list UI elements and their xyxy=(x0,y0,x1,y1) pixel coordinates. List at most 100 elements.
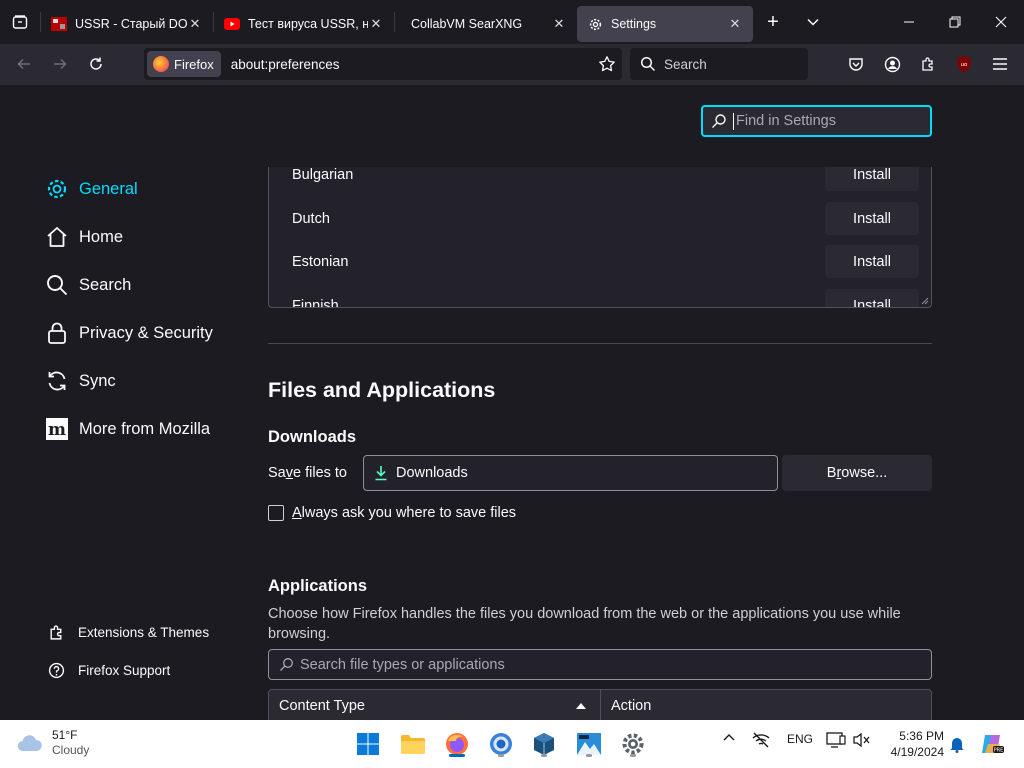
account-button[interactable] xyxy=(876,48,908,80)
list-all-tabs-button[interactable] xyxy=(793,0,833,44)
file-type-search-input[interactable]: Search file types or applications xyxy=(268,649,932,680)
install-button[interactable]: Install xyxy=(825,202,919,235)
sidebar-item-privacy-security[interactable]: Privacy & Security xyxy=(44,309,244,357)
network-disconnected-icon xyxy=(752,732,770,748)
identity-box[interactable]: Firefox xyxy=(147,51,221,77)
restore-button[interactable] xyxy=(932,0,978,44)
forward-arrow-icon xyxy=(54,58,67,70)
copilot-button[interactable]: PRE xyxy=(976,728,1008,760)
extensions-themes-link[interactable]: Extensions & Themes xyxy=(46,613,209,651)
svg-text:m: m xyxy=(48,420,66,440)
extensions-button[interactable] xyxy=(912,48,944,80)
volume-button[interactable] xyxy=(852,732,870,748)
close-window-button[interactable] xyxy=(978,0,1024,44)
start-button[interactable] xyxy=(352,728,384,760)
url-text[interactable]: about:preferences xyxy=(231,57,592,72)
navigation-toolbar: Firefox about:preferences Search uo xyxy=(0,44,1024,85)
tab-collabvm-searxng[interactable]: CollabVM SearXNG ✕ xyxy=(395,6,577,42)
show-hidden-icons-button[interactable] xyxy=(722,732,736,742)
search-icon xyxy=(280,658,293,671)
download-folder-field[interactable]: Downloads xyxy=(363,455,778,491)
sidebar-item-general[interactable]: General xyxy=(44,165,244,213)
install-button[interactable]: Install xyxy=(825,167,919,191)
taskbar-app-button[interactable] xyxy=(573,728,605,760)
sort-ascending-icon xyxy=(576,703,586,709)
new-tab-button[interactable]: + xyxy=(753,0,793,44)
tab-ussr-dos[interactable]: USSR - Старый DOS. А ✕ xyxy=(41,6,213,42)
sidebar-item-more-from-mozilla[interactable]: m More from Mozilla xyxy=(44,405,244,453)
content-type-column-header[interactable]: Content Type xyxy=(269,690,601,720)
close-icon[interactable]: ✕ xyxy=(551,16,567,32)
input-language-indicator[interactable]: ENG xyxy=(787,732,813,746)
applications-table-header: Content Type Action xyxy=(268,689,932,720)
windows-taskbar: 51°F Cloudy ENG 5:36 PM 4/19/2024 PRE xyxy=(0,720,1024,768)
forward-button[interactable] xyxy=(42,48,78,80)
search-bar[interactable]: Search xyxy=(630,48,808,80)
folder-icon xyxy=(401,735,425,754)
sidebar-item-search[interactable]: Search xyxy=(44,261,244,309)
firefox-logo-icon xyxy=(153,56,169,72)
back-button[interactable] xyxy=(6,48,42,80)
tab-youtube-virus-test[interactable]: Тест вируса USSR, на р ✕ xyxy=(214,6,394,42)
install-button[interactable]: Install xyxy=(825,245,919,278)
copilot-icon: PRE xyxy=(982,735,1004,754)
display-button[interactable] xyxy=(826,732,846,748)
star-icon xyxy=(599,56,615,72)
weather-widget[interactable]: 51°F Cloudy xyxy=(16,728,89,758)
menu-button[interactable] xyxy=(984,48,1016,80)
firefox-view-button[interactable] xyxy=(0,0,40,44)
tab-settings[interactable]: Settings ✕ xyxy=(577,6,753,42)
bookmark-star-button[interactable] xyxy=(592,55,622,73)
pocket-icon xyxy=(849,58,863,71)
list-item: Dutch Install xyxy=(269,197,931,240)
action-column-header[interactable]: Action xyxy=(601,698,651,714)
network-status-button[interactable] xyxy=(752,732,770,748)
sync-icon xyxy=(44,368,70,394)
search-icon xyxy=(712,114,726,128)
taskbar-chrome-button[interactable] xyxy=(485,728,517,760)
close-icon[interactable]: ✕ xyxy=(368,16,384,32)
taskbar-settings-button[interactable] xyxy=(617,728,649,760)
running-app-indicator xyxy=(541,754,547,757)
close-icon[interactable]: ✕ xyxy=(187,16,203,32)
speaker-muted-icon xyxy=(853,732,870,748)
notifications-button[interactable] xyxy=(941,728,973,760)
firefox-support-link[interactable]: Firefox Support xyxy=(46,651,209,689)
sidebar-item-home[interactable]: Home xyxy=(44,213,244,261)
section-divider xyxy=(268,343,932,344)
resize-grip-icon[interactable] xyxy=(919,295,929,305)
list-item: Finnish Install xyxy=(269,284,931,307)
url-bar[interactable]: Firefox about:preferences xyxy=(144,48,622,80)
install-button[interactable]: Install xyxy=(825,289,919,307)
running-app-indicator xyxy=(498,754,504,757)
ublock-origin-button[interactable]: uo xyxy=(948,48,980,80)
taskbar-firefox-button[interactable] xyxy=(441,728,473,760)
reload-button[interactable] xyxy=(78,48,114,80)
language-list[interactable]: Bulgarian Install Dutch Install Estonian… xyxy=(268,167,932,308)
save-files-label: Save files to xyxy=(268,465,347,481)
close-icon xyxy=(995,16,1007,28)
always-ask-option[interactable]: Always ask you where to save files xyxy=(268,505,516,521)
gear-icon xyxy=(44,176,70,202)
running-app-indicator xyxy=(586,754,592,757)
file-explorer-button[interactable] xyxy=(397,728,429,760)
pocket-button[interactable] xyxy=(840,48,872,80)
svg-text:uo: uo xyxy=(961,62,968,68)
sidebar-item-sync[interactable]: Sync xyxy=(44,357,244,405)
applications-heading: Applications xyxy=(268,577,368,595)
list-item: Estonian Install xyxy=(269,240,931,283)
restore-icon xyxy=(949,16,961,28)
applications-description: Choose how Firefox handles the files you… xyxy=(268,606,901,642)
system-clock[interactable]: 5:36 PM 4/19/2024 xyxy=(872,728,944,760)
minimize-button[interactable] xyxy=(886,0,932,44)
active-app-indicator xyxy=(449,754,465,757)
chevron-up-icon xyxy=(723,734,735,741)
taskbar-virtualbox-button[interactable] xyxy=(528,728,560,760)
always-ask-checkbox[interactable] xyxy=(268,505,284,521)
find-in-settings-input[interactable]: Find in Settings xyxy=(701,105,932,137)
browse-button[interactable]: Br owse... xyxy=(782,455,932,491)
chevron-down-icon xyxy=(807,18,819,26)
close-icon[interactable]: ✕ xyxy=(727,16,743,32)
downloads-heading: Downloads xyxy=(268,428,357,446)
settings-page: Find in Settings General Home Search Pri… xyxy=(0,85,1024,720)
